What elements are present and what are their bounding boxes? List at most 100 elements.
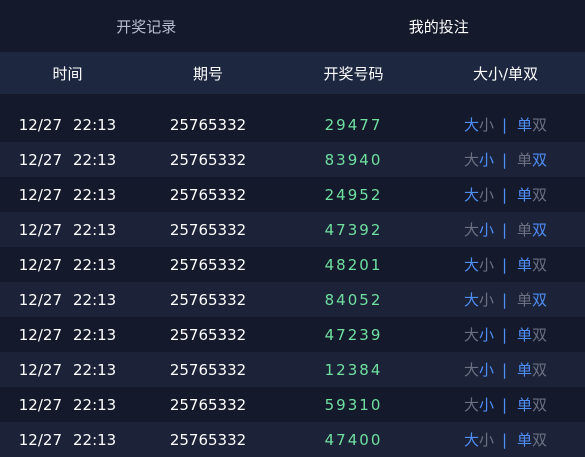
- row-period: 25765332: [135, 282, 281, 317]
- header-size-parity: 大小/单双: [426, 52, 585, 94]
- parity-even: 双: [532, 254, 547, 275]
- size-small: 小: [479, 324, 494, 345]
- table-row: 12/2722:132576533283940大小|单双: [0, 142, 585, 177]
- size-small: 小: [479, 429, 494, 450]
- parity-odd: 单: [517, 219, 532, 240]
- table-row: 12/2722:132576533247239大小|单双: [0, 317, 585, 352]
- parity-even: 双: [532, 289, 547, 310]
- row-date: 12/27: [19, 151, 62, 169]
- size-big: 大: [464, 359, 479, 380]
- row-clock: 22:13: [73, 291, 116, 309]
- row-size-parity: 大小|单双: [426, 247, 585, 282]
- row-time: 12/27 22:13: [0, 107, 135, 142]
- header-period: 期号: [135, 52, 281, 94]
- row-date: 12/27: [19, 221, 62, 239]
- parity-odd: 单: [517, 289, 532, 310]
- parity-even: 双: [532, 429, 547, 450]
- row-date: 12/27: [19, 256, 62, 274]
- parity-even: 双: [532, 184, 547, 205]
- size-small: 小: [479, 289, 494, 310]
- table-header: 时间 期号 开奖号码 大小/单双: [0, 52, 585, 94]
- size-big: 大: [464, 149, 479, 170]
- row-time: 12/27 22:13: [0, 142, 135, 177]
- row-clock: 22:13: [73, 151, 116, 169]
- size-big: 大: [464, 114, 479, 135]
- row-period: 25765332: [135, 247, 281, 282]
- row-date: 12/27: [19, 361, 62, 379]
- size-big: 大: [464, 254, 479, 275]
- tab-bar: 开奖记录 我的投注: [0, 0, 585, 52]
- row-period: 25765332: [135, 107, 281, 142]
- row-size-parity: 大小|单双: [426, 352, 585, 387]
- parity-odd: 单: [517, 359, 532, 380]
- table-row: 12/2722:132576533229477大小|单双: [0, 107, 585, 142]
- row-clock: 22:13: [73, 256, 116, 274]
- parity-odd: 单: [517, 324, 532, 345]
- row-number: 12384: [281, 352, 426, 387]
- row-number: 29477: [281, 107, 426, 142]
- row-time: 12/2722:13: [0, 317, 135, 352]
- row-size-parity: 大小|单双: [426, 387, 585, 422]
- row-time: 12/27 22:13: [0, 212, 135, 247]
- row-period: 25765332: [135, 177, 281, 212]
- separator: |: [502, 186, 507, 204]
- row-number: 59310: [281, 387, 426, 422]
- size-big: 大: [464, 394, 479, 415]
- row-date: 12/27: [19, 116, 62, 134]
- header-spacer: [0, 94, 585, 107]
- table-row: 12/2722:132576533224952大小|单双: [0, 177, 585, 212]
- row-time: 12/2722:13: [0, 177, 135, 212]
- table-row: 12/27 22:13 2576533212384大小|单双: [0, 352, 585, 387]
- draw-list: 12/2722:132576533229477大小|单双12/2722:1325…: [0, 107, 585, 457]
- row-clock: 22:13: [73, 221, 116, 239]
- parity-even: 双: [532, 324, 547, 345]
- row-clock: 22:13: [73, 431, 116, 449]
- separator: |: [502, 116, 507, 134]
- parity-even: 双: [532, 114, 547, 135]
- row-clock: 22:13: [73, 116, 116, 134]
- size-small: 小: [479, 254, 494, 275]
- parity-even: 双: [532, 219, 547, 240]
- row-period: 25765332: [135, 422, 281, 457]
- table-row: 12/2722:132576533259310大小|单双: [0, 387, 585, 422]
- tab-draw-history[interactable]: 开奖记录: [0, 0, 293, 52]
- row-size-parity: 大小 | 单双: [426, 282, 585, 317]
- header-time: 时间: [0, 52, 135, 94]
- row-date: 12/27: [19, 431, 62, 449]
- row-time: 12/2722:13: [0, 282, 135, 317]
- parity-even: 双: [532, 394, 547, 415]
- size-big: 大: [464, 289, 479, 310]
- parity-odd: 单: [517, 394, 532, 415]
- table-row: 12/2722:132576533284052大小|单双: [0, 282, 585, 317]
- separator: |: [502, 326, 507, 344]
- row-size-parity: 大小|单双: [426, 107, 585, 142]
- row-size-parity: 大小|单双: [426, 177, 585, 212]
- size-small: 小: [479, 219, 494, 240]
- table-row: 12/2722:132576533247400大小|单双: [0, 422, 585, 457]
- tab-my-bets[interactable]: 我的投注: [293, 0, 585, 52]
- size-small: 小: [479, 149, 494, 170]
- row-time: 12/27 22:13: [0, 247, 135, 282]
- row-period: 25765332: [135, 352, 281, 387]
- separator: |: [502, 291, 507, 309]
- parity-odd: 单: [517, 429, 532, 450]
- size-big: 大: [464, 324, 479, 345]
- table-row: 12/27 22:13 2576533247392大小|单双: [0, 212, 585, 247]
- parity-odd: 单: [517, 149, 532, 170]
- size-small: 小: [479, 114, 494, 135]
- row-period: 25765332: [135, 212, 281, 247]
- size-big: 大: [464, 219, 479, 240]
- row-number: 83940: [281, 142, 426, 177]
- row-period: 25765332: [135, 317, 281, 352]
- separator: |: [502, 151, 507, 169]
- parity-odd: 单: [517, 184, 532, 205]
- header-number: 开奖号码: [281, 52, 426, 94]
- row-clock: 22:13: [73, 326, 116, 344]
- row-size-parity: 大小|单双: [426, 212, 585, 247]
- row-number: 47400: [281, 422, 426, 457]
- row-number: 47392: [281, 212, 426, 247]
- row-clock: 22:13: [73, 361, 116, 379]
- row-size-parity: 大小|单双: [426, 142, 585, 177]
- row-clock: 22:13: [73, 396, 116, 414]
- row-time: 12/27 22:13: [0, 422, 135, 457]
